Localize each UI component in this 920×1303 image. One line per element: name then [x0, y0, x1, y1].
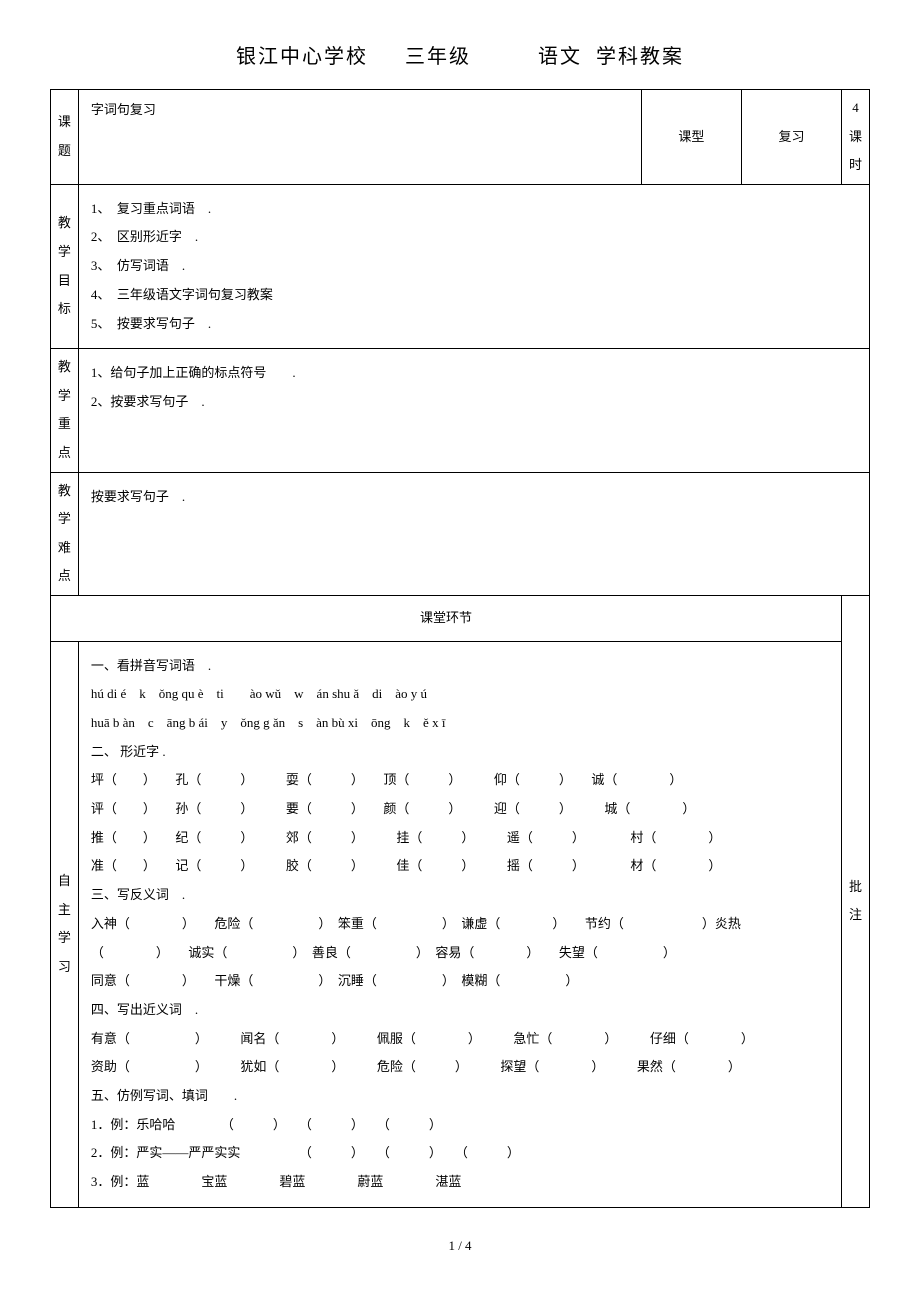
study-line: 推（ ） 纪（ ） 郊（ ） 挂（ ） 遥（ ） 村（ ）: [91, 826, 829, 851]
label-type: 课型: [641, 90, 741, 185]
goal-item: 5、 按要求写句子 .: [91, 312, 857, 337]
difficult-cell: 按要求写句子 .: [78, 472, 869, 595]
title-suffix: 学科教案: [596, 46, 684, 68]
keypoint-item: 2、按要求写句子 .: [91, 390, 857, 415]
title-school: 银江中心学校: [236, 46, 368, 68]
label-goals: 教学目标: [51, 184, 79, 348]
study-line: hú di é k ǒng qu è ti ào wǔ w án shu ǎ d…: [91, 682, 829, 707]
study-line: 四、写出近义词 .: [91, 998, 829, 1023]
page-title: 银江中心学校 三年级 语文 学科教案: [50, 40, 870, 69]
goal-item: 4、 三年级语文字词句复习教案: [91, 283, 857, 308]
label-notes: 批注: [842, 595, 870, 1207]
label-keypoints: 教学重点: [51, 349, 79, 472]
label-topic: 课题: [51, 90, 79, 185]
study-line: 有意（ ） 闻名（ ） 佩服（ ） 急忙（ ） 仔细（ ）: [91, 1027, 829, 1052]
goal-item: 2、 区别形近字 .: [91, 225, 857, 250]
label-difficult: 教学难点: [51, 472, 79, 595]
study-line: 2．例：严实——严严实实 （ ） （ ） （ ）: [91, 1141, 829, 1166]
page-footer: 1 / 4: [50, 1238, 870, 1254]
title-subject: 语文: [538, 46, 582, 68]
study-line: 同意（ ） 干燥（ ） 沉睡（ ） 模糊（ ）: [91, 969, 829, 994]
study-line: 准（ ） 记（ ） 胶（ ） 佳（ ） 摇（ ） 材（ ）: [91, 854, 829, 879]
goals-cell: 1、 复习重点词语 . 2、 区别形近字 . 3、 仿写词语 . 4、 三年级语…: [78, 184, 869, 348]
type-value: 复习: [741, 90, 841, 185]
study-line: 一、看拼音写词语 .: [91, 654, 829, 679]
goal-item: 1、 复习重点词语 .: [91, 197, 857, 222]
topic-cell: 字词句复习: [78, 90, 641, 185]
study-line: 评（ ） 孙（ ） 要（ ） 颜（ ） 迎（ ） 城（ ）: [91, 797, 829, 822]
study-line: 坪（ ） 孔（ ） 耍（ ） 顶（ ） 仰（ ） 诚（ ）: [91, 768, 829, 793]
study-line: huā b àn c āng b ái y ǒng g ǎn s àn bù x…: [91, 711, 829, 736]
study-cell: 一、看拼音写词语 . hú di é k ǒng qu è ti ào wǔ w…: [78, 641, 841, 1207]
study-line: 二、 形近字 .: [91, 740, 829, 765]
study-line: 3．例：蓝 宝蓝 碧蓝 蔚蓝 湛蓝: [91, 1170, 829, 1195]
study-line: 1．例：乐哈哈 （ ） （ ） （ ）: [91, 1113, 829, 1138]
title-grade: 三年级: [405, 46, 471, 68]
hours-cell: 4 课时: [842, 90, 870, 185]
study-line: 入神（ ） 危险（ ） 笨重（ ） 谦虚（ ） 节约（ ）炎热: [91, 912, 829, 937]
study-line: 三、写反义词 .: [91, 883, 829, 908]
study-line: 资助（ ） 犹如（ ） 危险（ ） 探望（ ） 果然（ ）: [91, 1055, 829, 1080]
label-self-study: 自主学习: [51, 641, 79, 1207]
hours-value: 4: [844, 94, 867, 123]
study-line: 五、仿例写词、填词 .: [91, 1084, 829, 1109]
goal-item: 3、 仿写词语 .: [91, 254, 857, 279]
keypoints-cell: 1、给句子加上正确的标点符号 . 2、按要求写句子 .: [78, 349, 869, 472]
difficult-text: 按要求写句子 .: [91, 485, 857, 510]
study-line: （ ） 诚实（ ） 善良（ ） 容易（ ） 失望（ ）: [91, 941, 829, 966]
hours-suffix: 课时: [844, 123, 867, 180]
topic-value: 字词句复习: [91, 102, 156, 117]
keypoint-item: 1、给句子加上正确的标点符号 .: [91, 361, 857, 386]
lesson-plan-table: 课题 字词句复习 课型 复习 4 课时 教学目标 1、 复习重点词语 . 2、 …: [50, 89, 870, 1208]
section-title: 课堂环节: [51, 595, 842, 641]
